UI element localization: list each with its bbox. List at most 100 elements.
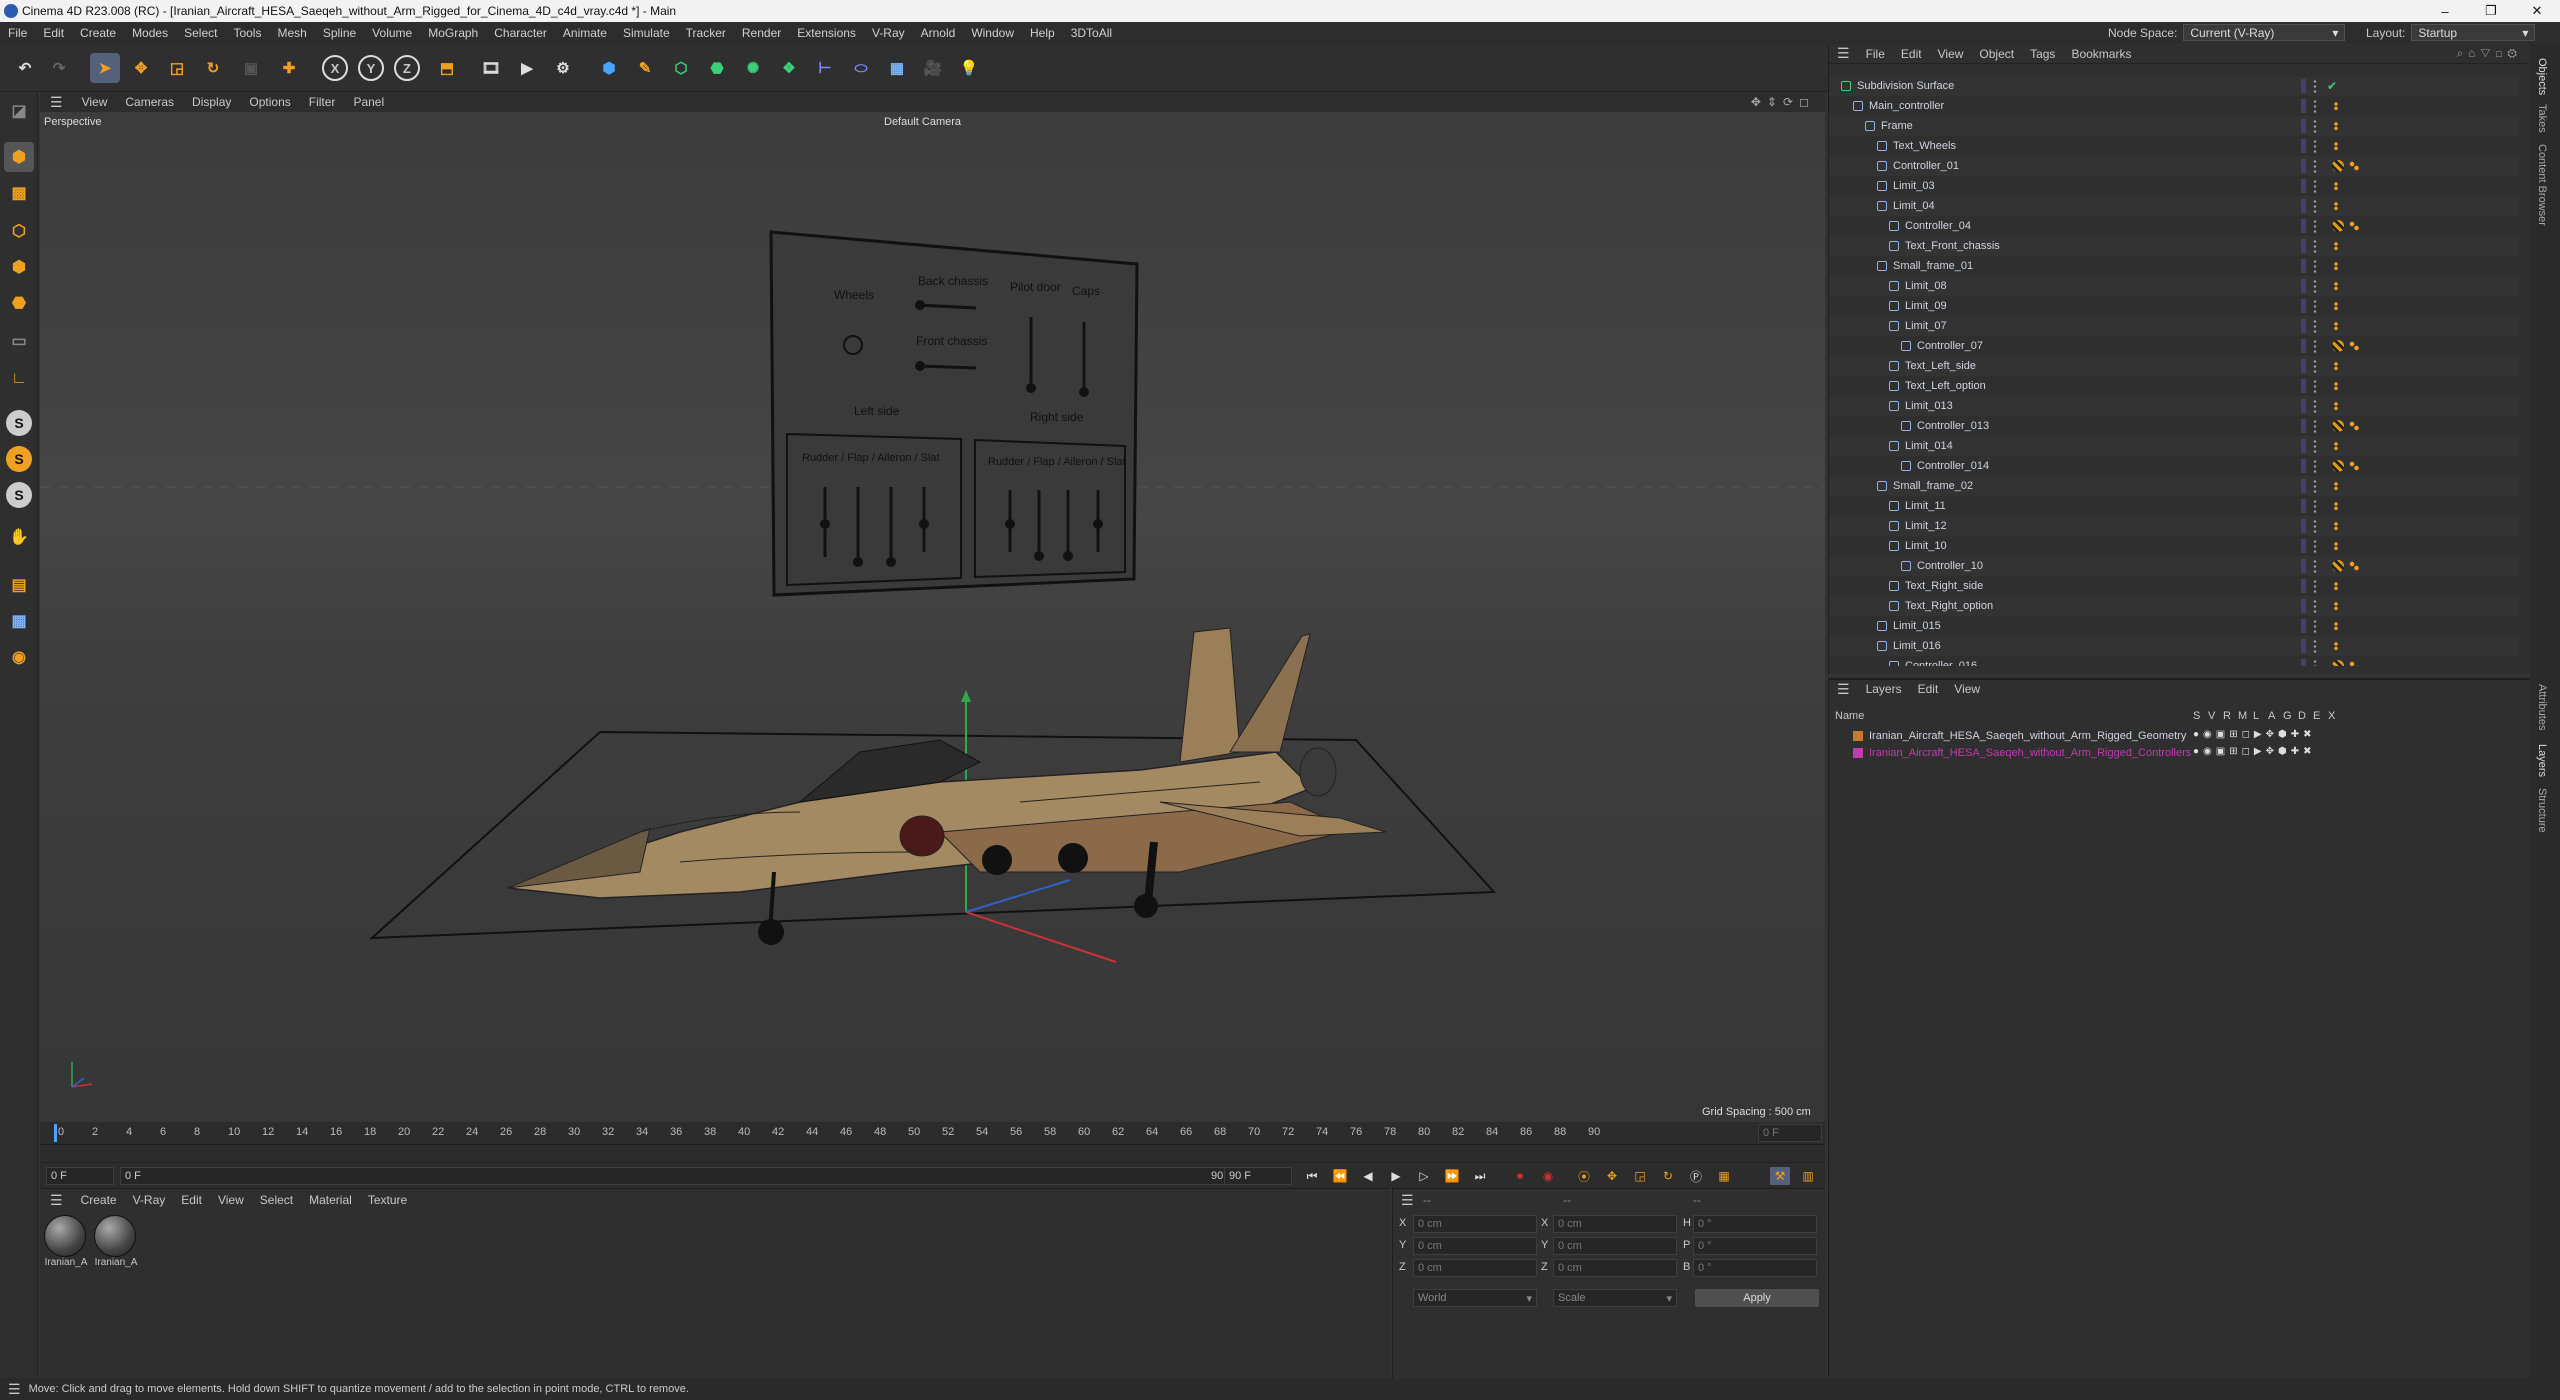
object-row[interactable]: Limit_015 — [1829, 616, 2519, 636]
object-row[interactable]: Controller_10 — [1829, 556, 2519, 576]
x-axis-lock-button[interactable]: X — [322, 55, 348, 81]
next-key-icon[interactable]: ⏩ — [1442, 1167, 1462, 1185]
visibility-dots[interactable] — [2313, 579, 2317, 593]
scale-mode-dropdown[interactable]: Scale ▾ — [1553, 1289, 1677, 1307]
visibility-dots[interactable] — [2313, 599, 2317, 613]
visibility-dots[interactable] — [2313, 379, 2317, 393]
start-frame-field[interactable]: 0 F — [46, 1167, 114, 1185]
visibility-dots[interactable] — [2313, 279, 2317, 293]
scale-tool-icon[interactable]: ◲ — [162, 53, 192, 83]
object-menu-tags[interactable]: Tags — [2022, 47, 2063, 61]
visibility-dots[interactable] — [2313, 119, 2317, 133]
object-row[interactable]: Text_Left_side — [1829, 356, 2519, 376]
playhead[interactable] — [54, 1124, 57, 1142]
object-row[interactable]: Limit_04 — [1829, 196, 2519, 216]
object-row[interactable]: Controller_014 — [1829, 456, 2519, 476]
visibility-dots[interactable] — [2313, 339, 2317, 353]
autokey-icon[interactable]: ◉ — [1538, 1167, 1558, 1185]
layer-menu-edit[interactable]: Edit — [1910, 682, 1947, 696]
edges-mode-icon[interactable]: ⬢ — [4, 252, 34, 282]
model-mode-icon[interactable]: ⬢ — [4, 142, 34, 172]
paint-icon[interactable]: ✋ — [4, 522, 34, 552]
visibility-dots[interactable] — [2313, 299, 2317, 313]
recent-tool-icon[interactable]: ▣ — [236, 53, 266, 83]
uv-mode-icon[interactable]: ▭ — [4, 326, 34, 356]
object-row[interactable]: Frame — [1829, 116, 2519, 136]
maximize-button[interactable]: ❐ — [2468, 0, 2514, 22]
coord-value-field[interactable]: 0 cm — [1553, 1259, 1677, 1277]
menu-animate[interactable]: Animate — [555, 26, 615, 40]
visibility-dots[interactable] — [2313, 639, 2317, 653]
object-row[interactable]: Limit_08 — [1829, 276, 2519, 296]
coordinate-mode-dropdown[interactable]: World ▾ — [1413, 1289, 1537, 1307]
layer-toggles-icons[interactable]: ●◉▣⊞◻▶✥⬢✚✖ — [2193, 729, 2315, 740]
object-row[interactable]: Limit_12 — [1829, 516, 2519, 536]
coord-value-field[interactable]: 0 ° — [1693, 1237, 1817, 1255]
object-tools-icons[interactable]: ⌕⌂▽◻⚙ — [2456, 46, 2522, 61]
hamburger-icon[interactable]: ☰ — [1393, 1192, 1422, 1209]
node-space-dropdown[interactable]: Current (V-Ray) ▾ — [2183, 24, 2346, 41]
tab-takes[interactable]: Takes — [2536, 104, 2548, 133]
material-menu-texture[interactable]: Texture — [360, 1193, 415, 1207]
timeline-window-icon[interactable]: ⚒ — [1770, 1167, 1790, 1185]
object-menu-edit[interactable]: Edit — [1893, 47, 1930, 61]
tab-content-browser[interactable]: Content Browser — [2536, 144, 2548, 226]
viewport-nav-icons[interactable]: ✥⇕⟳◻ — [1751, 95, 1815, 109]
texture-mode-icon[interactable]: ▩ — [4, 178, 34, 208]
object-row[interactable]: Limit_11 — [1829, 496, 2519, 516]
tab-structure[interactable]: Structure — [2536, 788, 2548, 833]
deformer-icon[interactable]: ⊢ — [810, 53, 840, 83]
redo-icon[interactable]: ↷ — [44, 53, 74, 83]
coord-value-field[interactable]: 0 cm — [1413, 1259, 1537, 1277]
menu-volume[interactable]: Volume — [364, 26, 420, 40]
layer-toggles-icons[interactable]: ●◉▣⊞◻▶✥⬢✚✖ — [2193, 746, 2315, 757]
grid-icon[interactable]: ▦ — [4, 606, 34, 636]
object-row[interactable]: Limit_07 — [1829, 316, 2519, 336]
visibility-dots[interactable] — [2313, 259, 2317, 273]
visibility-dots[interactable] — [2313, 619, 2317, 633]
menu-edit[interactable]: Edit — [35, 26, 72, 40]
object-menu-object[interactable]: Object — [1971, 47, 2022, 61]
object-row[interactable]: Text_Wheels — [1829, 136, 2519, 156]
polygons-mode-icon[interactable]: ⬣ — [4, 288, 34, 318]
lock-workplane-icon[interactable]: ◉ — [4, 642, 34, 672]
menu-mesh[interactable]: Mesh — [269, 26, 314, 40]
camera-icon[interactable]: 🎥 — [918, 53, 948, 83]
menu-mograph[interactable]: MoGraph — [420, 26, 486, 40]
tab-attributes[interactable]: Attributes — [2536, 684, 2548, 730]
rotate-tool-icon[interactable]: ↻ — [198, 53, 228, 83]
select-tool-icon[interactable]: ➤ — [90, 53, 120, 83]
material-menu-material[interactable]: Material — [301, 1193, 360, 1207]
object-row[interactable]: Limit_10 — [1829, 536, 2519, 556]
layer-row[interactable]: Iranian_Aircraft_HESA_Saeqeh_without_Arm… — [1829, 745, 2529, 762]
go-to-end-icon[interactable]: ⏭ — [1470, 1167, 1490, 1185]
current-frame-field[interactable]: 0 F — [1758, 1124, 1822, 1142]
menu-modes[interactable]: Modes — [124, 26, 176, 40]
parameter-key-icon[interactable]: Ⓟ — [1686, 1167, 1706, 1185]
viewport-menu-display[interactable]: Display — [183, 95, 240, 109]
y-axis-lock-button[interactable]: Y — [358, 55, 384, 81]
menu-window[interactable]: Window — [963, 26, 1022, 40]
material-menu-edit[interactable]: Edit — [173, 1193, 210, 1207]
hamburger-icon[interactable]: ☰ — [0, 1381, 29, 1398]
menu-3dtoall[interactable]: 3DToAll — [1063, 26, 1120, 40]
cube-icon[interactable]: ⬢ — [594, 53, 624, 83]
hamburger-icon[interactable]: ☰ — [1829, 45, 1858, 62]
tab-objects[interactable]: Objects — [2536, 58, 2548, 95]
3d-viewport[interactable]: Perspective Default Camera Grid Spacing … — [40, 112, 1825, 1122]
scale-key-icon[interactable]: ◲ — [1630, 1167, 1650, 1185]
viewport-menu-options[interactable]: Options — [240, 95, 299, 109]
viewport-menu-view[interactable]: View — [73, 95, 117, 109]
layer-menu-layers[interactable]: Layers — [1858, 682, 1910, 696]
visibility-dots[interactable] — [2313, 219, 2317, 233]
field-icon[interactable]: ⬭ — [846, 53, 876, 83]
floor-icon[interactable]: ▦ — [882, 53, 912, 83]
object-row[interactable]: Controller_04 — [1829, 216, 2519, 236]
visibility-dots[interactable] — [2313, 659, 2317, 666]
object-menu-bookmarks[interactable]: Bookmarks — [2063, 47, 2139, 61]
object-row[interactable]: Limit_03 — [1829, 176, 2519, 196]
object-row[interactable]: Limit_09 — [1829, 296, 2519, 316]
material-menu-view[interactable]: View — [210, 1193, 252, 1207]
menu-tools[interactable]: Tools — [225, 26, 269, 40]
play-icon[interactable]: ▶ — [1386, 1167, 1406, 1185]
